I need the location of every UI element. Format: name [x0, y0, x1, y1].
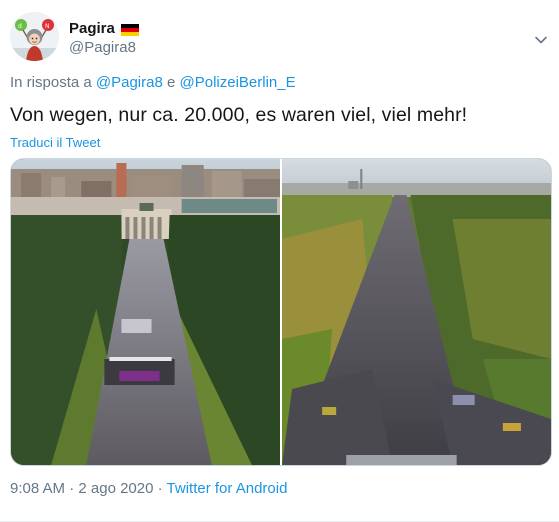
translate-tweet-link[interactable]: Traduci il Tweet [10, 135, 100, 150]
svg-text:d: d [18, 23, 22, 30]
germany-flag-icon [120, 23, 139, 36]
author-block: Pagira @Pagira8 [69, 20, 139, 56]
reply-context: In risposta a @Pagira8 e @PolizeiBerlin_… [10, 74, 296, 91]
avatar[interactable]: d N [10, 12, 59, 61]
chevron-down-icon[interactable] [533, 32, 549, 48]
tweet-meta: 9:08 AM · 2 ago 2020 · Twitter for Andro… [10, 480, 287, 497]
username[interactable]: @Pagira8 [69, 39, 139, 56]
media-grid [10, 158, 552, 466]
tweet-source-link[interactable]: Twitter for Android [167, 480, 288, 497]
reply-mention-pagira[interactable]: @Pagira8 [96, 74, 163, 91]
meta-separator-2: · [157, 480, 163, 497]
meta-separator: · [69, 480, 75, 497]
reply-mention-polizei[interactable]: @PolizeiBerlin_E [180, 74, 296, 91]
display-name[interactable]: Pagira [69, 20, 115, 37]
tweet-card: d N Pagira @Pagira8 In risposta a @Pagir… [0, 0, 559, 522]
reply-conjunction: e [167, 74, 176, 91]
tweet-time[interactable]: 9:08 AM [10, 480, 65, 497]
tweet-text: Von wegen, nur ca. 20.000, es waren viel… [10, 104, 468, 126]
tweet-date[interactable]: 2 ago 2020 [78, 480, 153, 497]
crowd-brandenburg-gate-photo[interactable] [11, 159, 280, 465]
crowd-avenue-victory-column-photo[interactable] [282, 159, 551, 465]
svg-text:N: N [45, 23, 50, 30]
reply-prefix: In risposta a [10, 74, 92, 91]
